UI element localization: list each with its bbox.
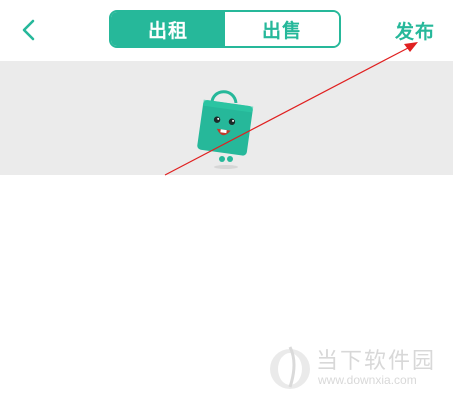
- watermark: 当下软件园 www.downxia.com: [268, 343, 448, 393]
- tab-sale[interactable]: 出售: [225, 12, 339, 46]
- watermark-logo-icon: [270, 346, 310, 389]
- shopping-bag-mascot-icon: [197, 90, 254, 169]
- top-navbar: 出租 出售 发布: [0, 0, 453, 61]
- tab-rent[interactable]: 出租: [111, 12, 225, 46]
- publish-button[interactable]: 发布: [395, 17, 435, 44]
- page: 出租 出售 发布 当下软件园 www.downxia.com: [0, 0, 453, 409]
- watermark-url: www.downxia.com: [318, 373, 417, 387]
- chevron-left-icon: [22, 19, 35, 41]
- watermark-title: 当下软件园: [316, 349, 437, 374]
- empty-state-banner: [0, 61, 453, 175]
- back-button[interactable]: [14, 14, 46, 46]
- rent-sale-segmented-control: 出租 出售: [109, 10, 341, 48]
